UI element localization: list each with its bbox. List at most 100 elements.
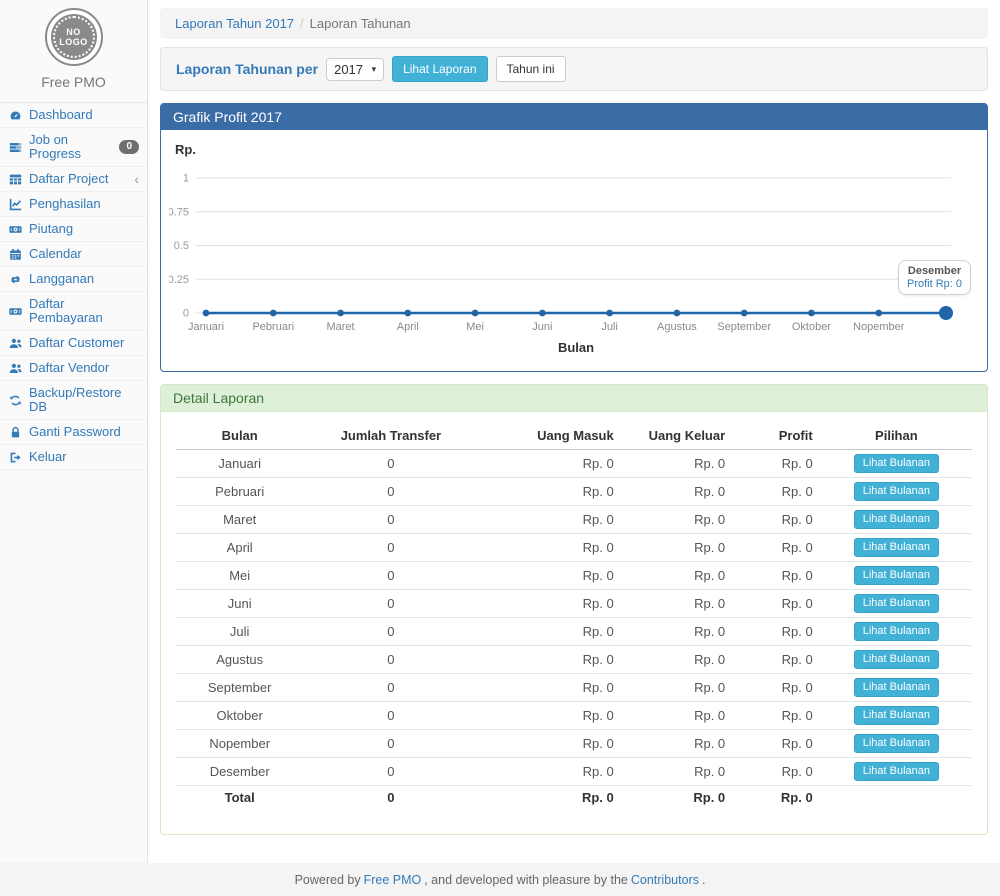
breadcrumb-current: Laporan Tahunan	[310, 16, 411, 31]
breadcrumb-link-laporan-tahun[interactable]: Laporan Tahun 2017	[175, 16, 294, 31]
cell-uang_keluar: Rp. 0	[622, 506, 733, 534]
sidebar-item-daftar-customer[interactable]: Daftar Customer	[0, 331, 147, 356]
cell-jumlah_transfer: 0	[303, 730, 478, 758]
cell-profit: Rp. 0	[733, 702, 821, 730]
lihat-bulanan-button-april[interactable]: Lihat Bulanan	[854, 538, 939, 557]
cell-jumlah_transfer: 0	[303, 534, 478, 562]
svg-text:Bulan: Bulan	[558, 340, 594, 355]
chart-point-pebruari[interactable]	[270, 310, 277, 317]
free-pmo-link[interactable]: Free PMO	[361, 873, 425, 887]
footer: Powered by Free PMO , and developed with…	[0, 863, 1000, 896]
breadcrumb-separator: /	[294, 16, 310, 31]
cell-uang_masuk: Rp. 0	[478, 730, 621, 758]
chart-point-agustus[interactable]	[674, 310, 681, 317]
year-select[interactable]: 2017 ▾	[326, 58, 384, 81]
cell-pilihan: Lihat Bulanan	[821, 450, 972, 478]
chart-point-april[interactable]	[404, 310, 411, 317]
cell-uang_masuk: Rp. 0	[478, 646, 621, 674]
lihat-bulanan-button-september[interactable]: Lihat Bulanan	[854, 678, 939, 697]
cell-profit: Rp. 0	[733, 562, 821, 590]
sidebar-item-langganan[interactable]: Langganan	[0, 267, 147, 292]
main-content: Laporan Tahun 2017/Laporan Tahunan Lapor…	[148, 0, 1000, 863]
svg-text:Oktober: Oktober	[792, 321, 831, 333]
chart-point-desember[interactable]	[939, 306, 953, 320]
logo-text-line1: NO	[66, 27, 81, 37]
money-icon	[8, 223, 23, 236]
no-logo-badge: NO LOGO	[51, 14, 97, 60]
chart-point-juni[interactable]	[539, 310, 546, 317]
lihat-bulanan-button-desember[interactable]: Lihat Bulanan	[854, 762, 939, 781]
page: NO LOGO Free PMO DashboardJob on Progres…	[0, 0, 1000, 863]
chart-point-oktober[interactable]	[808, 310, 815, 317]
cell-bulan: Desember	[176, 758, 303, 786]
sidebar-item-label: Langganan	[29, 272, 94, 286]
svg-text:0.75: 0.75	[169, 206, 189, 218]
contributors-link[interactable]: Contributors	[628, 873, 702, 887]
svg-text:Maret: Maret	[326, 321, 354, 333]
lihat-bulanan-button-nopember[interactable]: Lihat Bulanan	[854, 734, 939, 753]
lihat-bulanan-button-oktober[interactable]: Lihat Bulanan	[854, 706, 939, 725]
cell-profit: Rp. 0	[733, 534, 821, 562]
sidebar-item-label: Penghasilan	[29, 197, 101, 211]
chart-point-januari[interactable]	[203, 310, 210, 317]
table-row-nopember: Nopember0Rp. 0Rp. 0Rp. 0Lihat Bulanan	[176, 730, 972, 758]
sidebar-item-calendar[interactable]: Calendar	[0, 242, 147, 267]
sidebar-item-job-on-progress[interactable]: Job on Progress0	[0, 128, 147, 167]
cell-profit: Rp. 0	[733, 450, 821, 478]
cell-uang_masuk: Rp. 0	[478, 674, 621, 702]
sidebar-item-dashboard[interactable]: Dashboard	[0, 103, 147, 128]
caret-down-icon: ▾	[372, 64, 377, 75]
chart-tooltip: DesemberProfit Rp: 0	[898, 260, 971, 295]
svg-text:September: September	[717, 321, 771, 333]
logo: NO LOGO	[45, 8, 103, 66]
lihat-bulanan-button-pebruari[interactable]: Lihat Bulanan	[854, 482, 939, 501]
chart-point-september[interactable]	[741, 310, 748, 317]
sidebar-item-penghasilan[interactable]: Penghasilan	[0, 192, 147, 217]
lihat-laporan-button[interactable]: Lihat Laporan	[392, 56, 487, 82]
sidebar-item-piutang[interactable]: Piutang	[0, 217, 147, 242]
column-header-pilihan: Pilihan	[821, 422, 972, 450]
cell-uang_masuk: Rp. 0	[478, 758, 621, 786]
chart-point-nopember[interactable]	[875, 310, 882, 317]
cell-bulan: Nopember	[176, 730, 303, 758]
detail-panel-title: Detail Laporan	[161, 385, 987, 412]
job-count-badge: 0	[119, 140, 139, 154]
cell-uang_keluar: Rp. 0	[622, 534, 733, 562]
lihat-bulanan-button-juli[interactable]: Lihat Bulanan	[854, 622, 939, 641]
chart-point-juli[interactable]	[606, 310, 613, 317]
year-select-value: 2017	[334, 62, 363, 77]
lihat-bulanan-button-agustus[interactable]: Lihat Bulanan	[854, 650, 939, 669]
lihat-bulanan-button-juni[interactable]: Lihat Bulanan	[854, 594, 939, 613]
table-row-september: September0Rp. 0Rp. 0Rp. 0Lihat Bulanan	[176, 674, 972, 702]
sidebar-item-daftar-project[interactable]: Daftar Project‹	[0, 167, 147, 192]
chart-point-mei[interactable]	[472, 310, 479, 317]
cell-profit: Rp. 0	[733, 786, 821, 810]
sidebar-item-label: Daftar Pembayaran	[29, 297, 139, 325]
sidebar-item-backup-restore-db[interactable]: Backup/Restore DB	[0, 381, 147, 420]
chart-point-maret[interactable]	[337, 310, 344, 317]
lock-icon	[8, 426, 23, 439]
lihat-bulanan-button-maret[interactable]: Lihat Bulanan	[854, 510, 939, 529]
cell-bulan: September	[176, 674, 303, 702]
column-header-bulan: Bulan	[176, 422, 303, 450]
svg-text:Nopember: Nopember	[853, 321, 905, 333]
cell-profit: Rp. 0	[733, 646, 821, 674]
lihat-bulanan-button-mei[interactable]: Lihat Bulanan	[854, 566, 939, 585]
table-row-maret: Maret0Rp. 0Rp. 0Rp. 0Lihat Bulanan	[176, 506, 972, 534]
sidebar-item-daftar-vendor[interactable]: Daftar Vendor	[0, 356, 147, 381]
cell-uang_masuk: Rp. 0	[478, 702, 621, 730]
lihat-bulanan-button-januari[interactable]: Lihat Bulanan	[854, 454, 939, 473]
sidebar-item-keluar[interactable]: Keluar	[0, 445, 147, 470]
tahun-ini-button[interactable]: Tahun ini	[496, 56, 566, 82]
breadcrumb: Laporan Tahun 2017/Laporan Tahunan	[160, 8, 988, 39]
cell-jumlah_transfer: 0	[303, 590, 478, 618]
dashboard-icon	[8, 109, 23, 122]
sidebar-item-ganti-password[interactable]: Ganti Password	[0, 420, 147, 445]
tasks-icon	[8, 141, 23, 154]
cell-jumlah_transfer: 0	[303, 702, 478, 730]
sidebar-item-daftar-pembayaran[interactable]: Daftar Pembayaran	[0, 292, 147, 331]
cell-uang_masuk: Rp. 0	[478, 478, 621, 506]
table-row-juli: Juli0Rp. 0Rp. 0Rp. 0Lihat Bulanan	[176, 618, 972, 646]
chevron-left-icon: ‹	[134, 174, 139, 184]
cell-jumlah_transfer: 0	[303, 646, 478, 674]
